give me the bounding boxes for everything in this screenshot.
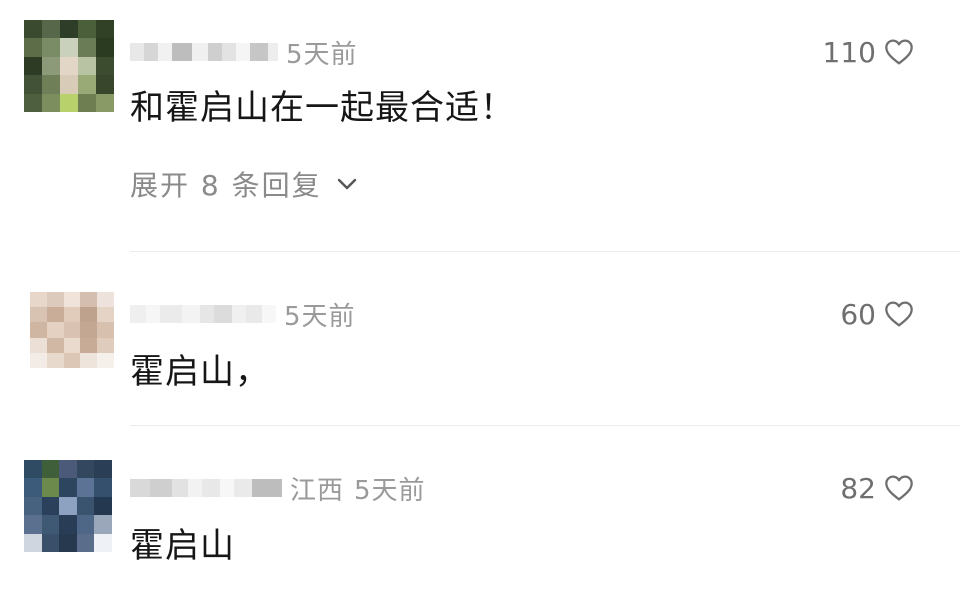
avatar[interactable] [24,20,114,112]
like-count: 110 [822,35,876,69]
comment-time: 5天前 [284,301,356,332]
comment-item: 江西 5天前 82 霍启山 [0,426,960,590]
avatar[interactable] [24,460,112,552]
comment-meta: 5天前 [130,36,368,70]
heart-outline-icon[interactable] [882,36,916,68]
expand-replies-label: 展开 8 条回复 [130,169,322,202]
expand-replies-button[interactable]: 展开 8 条回复 [130,164,358,204]
heart-outline-icon[interactable] [882,298,916,330]
like-count: 60 [840,297,876,331]
comment-item: 5天前 60 霍启山， [0,252,960,424]
chevron-down-icon [337,178,356,190]
username-redacted[interactable] [130,43,278,61]
comment-text: 和霍启山在一起最合适！ [130,88,515,128]
like-control[interactable]: 60 [840,297,916,331]
like-control[interactable]: 110 [822,35,916,69]
heart-outline-icon[interactable] [882,472,916,504]
comment-meta: 江西 5天前 [130,472,436,506]
comment-location: 江西 [290,475,345,506]
like-count: 82 [840,471,876,505]
username-redacted[interactable] [130,305,276,323]
comment-meta: 5天前 [130,298,366,332]
username-redacted[interactable] [130,479,282,497]
comment-text: 霍启山 [130,526,235,566]
comment-time: 5天前 [354,475,426,506]
comment-text: 霍启山， [130,352,270,392]
comment-item: 5天前 110 和霍启山在一起最合适！ 展开 8 条回复 [0,0,960,250]
like-control[interactable]: 82 [840,471,916,505]
comment-time: 5天前 [286,39,358,70]
avatar[interactable] [30,292,114,368]
